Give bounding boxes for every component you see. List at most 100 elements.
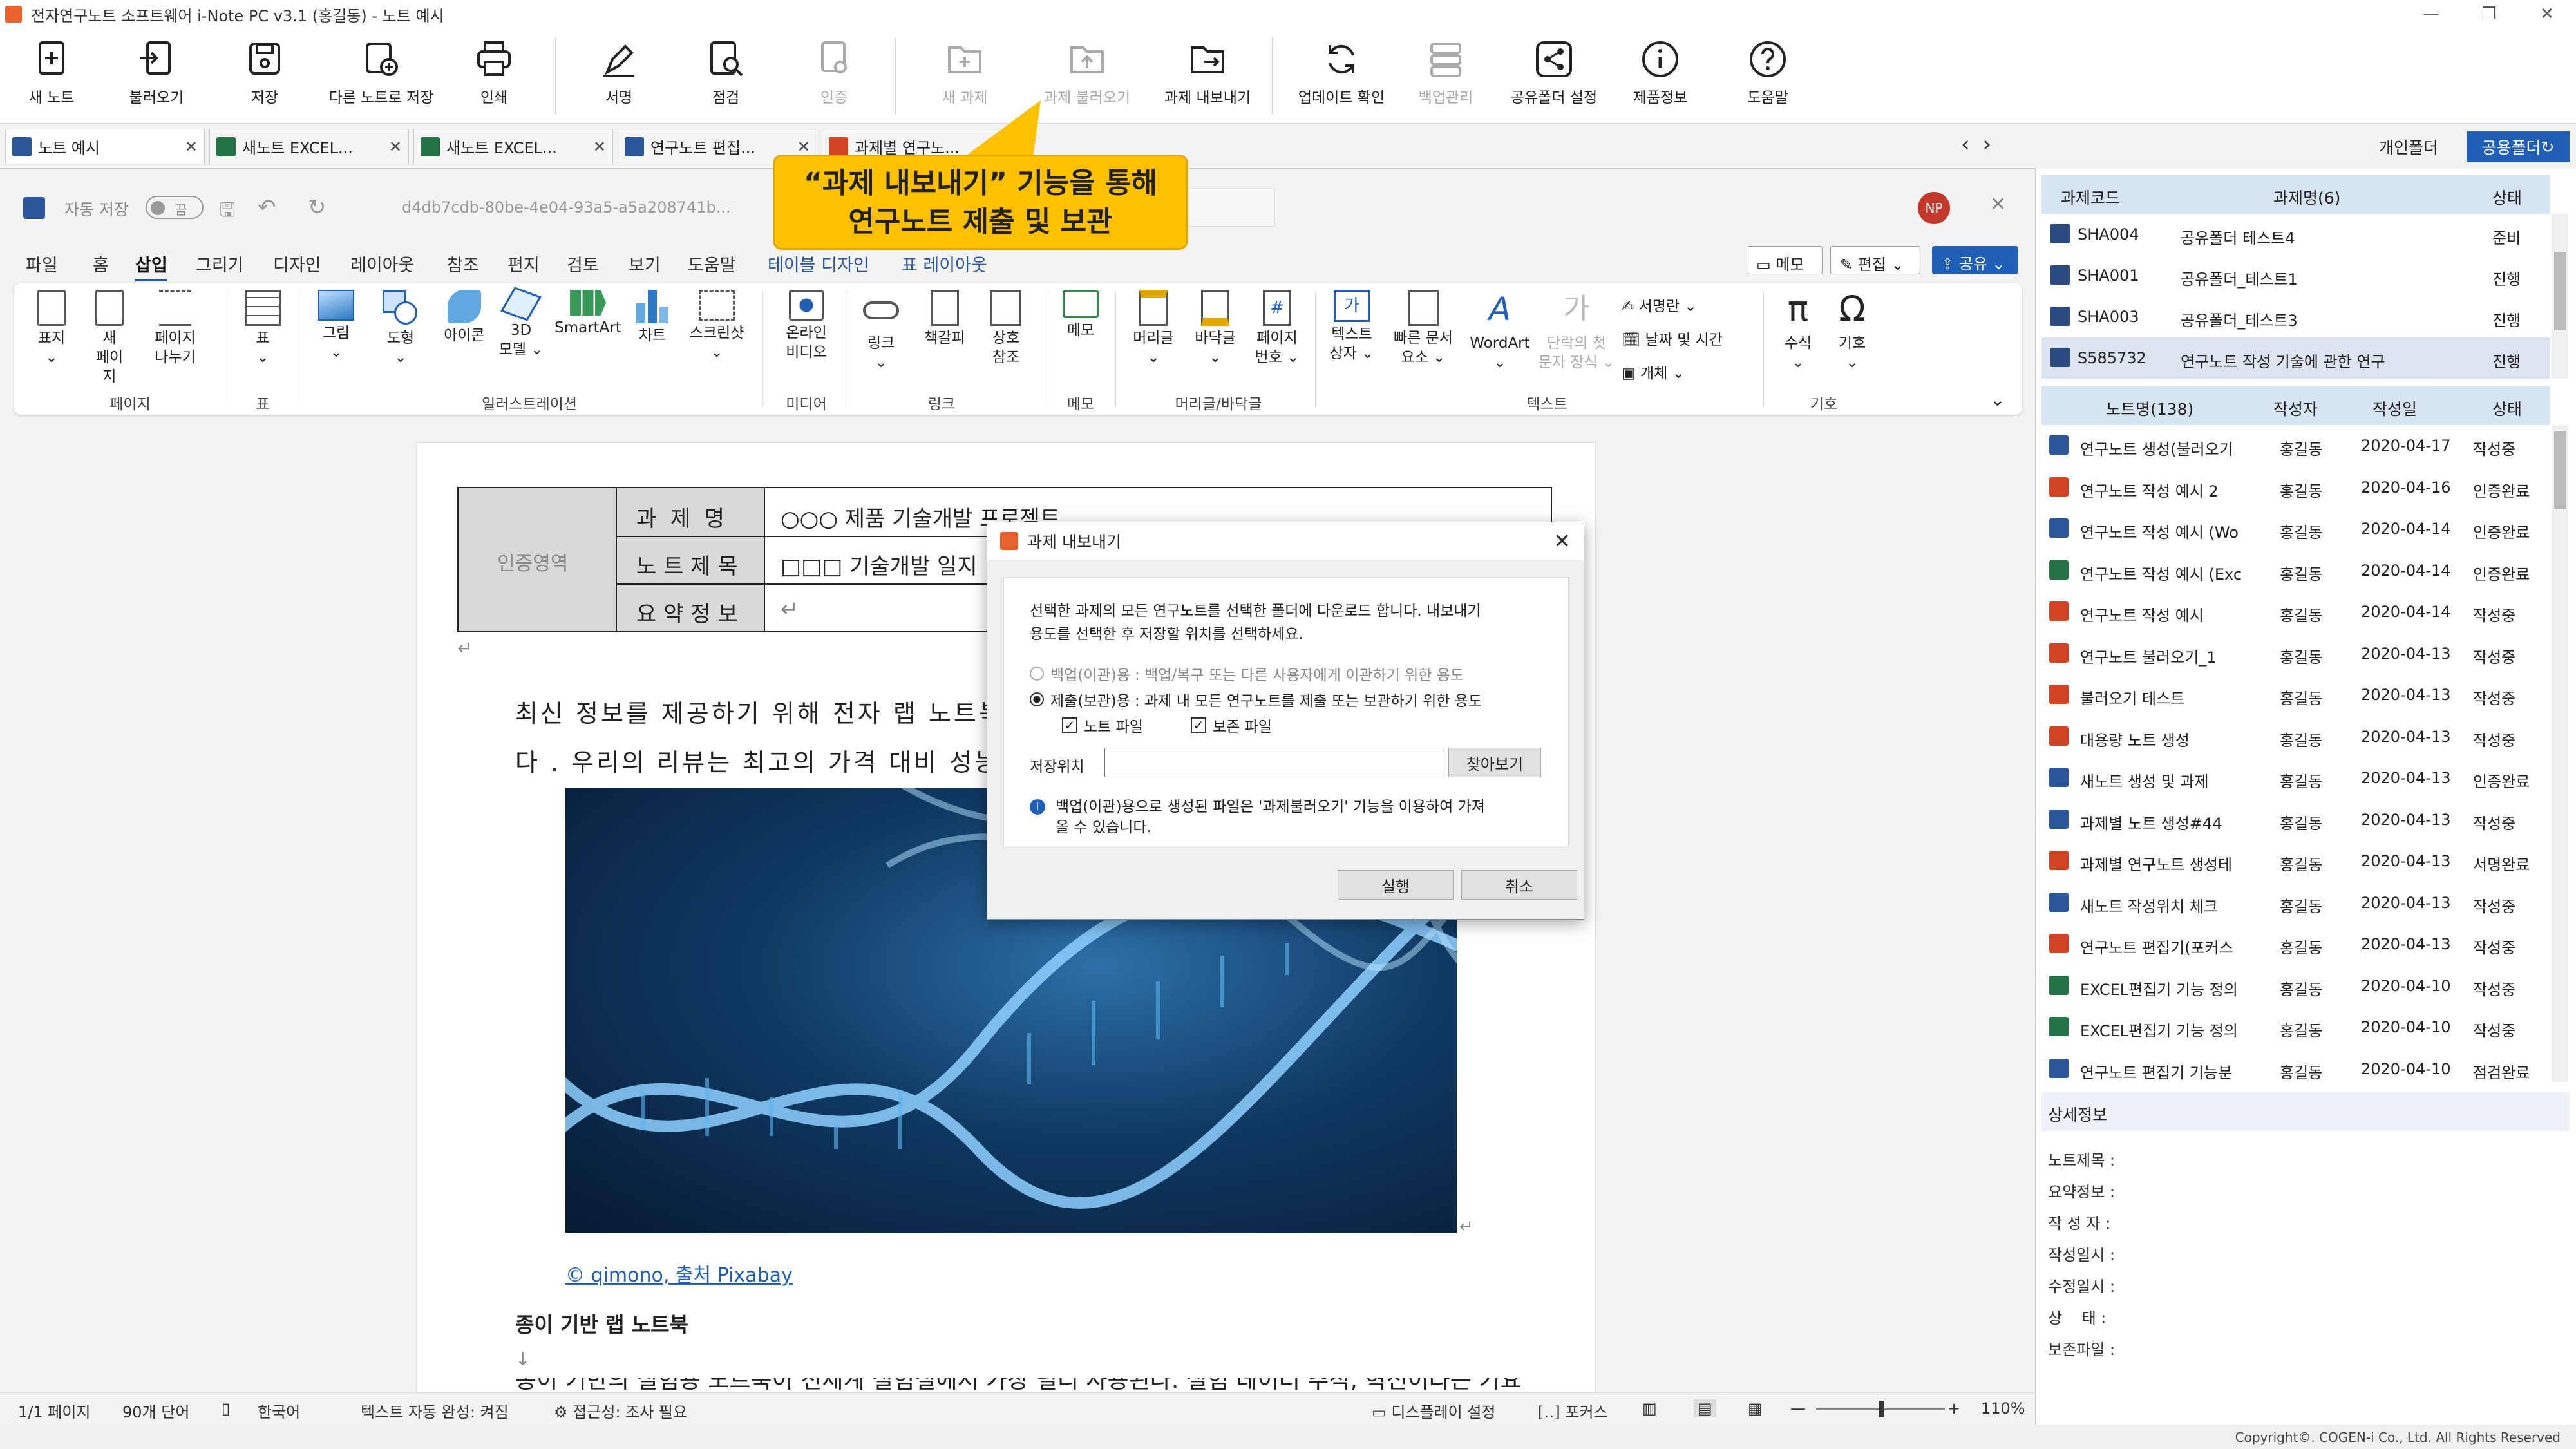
browse-button[interactable]: 찾아보기 bbox=[1448, 748, 1541, 777]
new-note-button[interactable]: 새 노트 bbox=[0, 39, 103, 107]
note-row[interactable]: EXCEL편집기 기능 정의 홍길동 2020-04-10 작성중 bbox=[2041, 965, 2550, 1007]
proofing-icon[interactable]: ▯ bbox=[222, 1399, 230, 1417]
smartart-button[interactable]: SmartArt bbox=[553, 290, 623, 337]
online-video-button[interactable]: 온라인 비디오 bbox=[774, 290, 838, 362]
signature-line-button[interactable]: ✍ 서명란 ⌄ bbox=[1622, 290, 1723, 323]
tab-design[interactable]: 디자인 bbox=[273, 251, 321, 276]
import-button[interactable]: 불러오기 bbox=[105, 39, 208, 107]
note-row[interactable]: 연구노트 편집기 기능분 홍길동 2020-04-10 점검완료 bbox=[2041, 1048, 2550, 1090]
tab-note-example[interactable]: 노트 예시 ✕ bbox=[5, 129, 205, 164]
tab-close-icon[interactable]: ✕ bbox=[185, 138, 198, 156]
textbox-button[interactable]: 가 텍스트 상자 ⌄ bbox=[1323, 290, 1381, 363]
date-time-button[interactable]: 🗓 날짜 및 시간 bbox=[1622, 323, 1723, 357]
sign-button[interactable]: 서명 bbox=[567, 39, 670, 107]
note-row[interactable]: EXCEL편집기 기능 정의 홍길동 2020-04-10 작성중 bbox=[2041, 1007, 2550, 1048]
header-author[interactable]: 작성자 bbox=[2273, 397, 2318, 420]
display-settings[interactable]: ▭ 디스플레이 설정 bbox=[1372, 1399, 1496, 1422]
web-layout-icon[interactable]: ▦ bbox=[1748, 1399, 1763, 1417]
update-check-button[interactable]: 업데이트 확인 bbox=[1287, 39, 1396, 107]
preserve-file-checkbox[interactable]: ✓ bbox=[1191, 717, 1206, 733]
scrollbar-thumb[interactable] bbox=[2554, 431, 2566, 509]
note-row[interactable]: 연구노트 작성 예시 2 홍길동 2020-04-16 인증완료 bbox=[2041, 467, 2550, 508]
note-row[interactable]: 연구노트 작성 예시 (Exc 홍길동 2020-04-14 인증완료 bbox=[2041, 550, 2550, 591]
tab-close-icon[interactable]: ✕ bbox=[797, 138, 810, 156]
header-project-status[interactable]: 상태 bbox=[2492, 185, 2522, 209]
tab-close-icon[interactable]: ✕ bbox=[593, 138, 606, 156]
undo-icon[interactable]: ↶ bbox=[258, 194, 276, 220]
redo-icon[interactable]: ↻ bbox=[308, 194, 327, 220]
export-project-button[interactable]: 과제 내보내기 bbox=[1153, 39, 1262, 107]
footer-button[interactable]: 바닥글 ⌄ bbox=[1186, 290, 1244, 367]
zoom-out-button[interactable]: — bbox=[1790, 1399, 1806, 1417]
comments-button[interactable]: ▭ 메모 bbox=[1747, 246, 1823, 274]
zoom-slider[interactable] bbox=[1816, 1401, 1945, 1417]
tab-scroll-arrows[interactable]: ‹› bbox=[1961, 131, 2004, 157]
editing-button[interactable]: ✎ 편집 ⌄ bbox=[1830, 246, 1920, 274]
section-heading[interactable]: 종이 기반 랩 노트북 bbox=[515, 1309, 688, 1338]
preserve-file-checkbox-row[interactable]: ✓ 보존 파일 bbox=[1191, 714, 1272, 736]
screenshot-button[interactable]: 스크린샷 ⌄ bbox=[681, 290, 752, 362]
tab-home[interactable]: 홈 bbox=[93, 251, 109, 276]
object-button[interactable]: ▣ 개체 ⌄ bbox=[1622, 357, 1723, 390]
new-project-button[interactable]: 새 과제 bbox=[913, 39, 1016, 107]
note-row[interactable]: 과제별 연구노트 생성테 홍길동 2020-04-13 서명완료 bbox=[2041, 840, 2550, 882]
link-button[interactable]: 링크 ⌄ bbox=[855, 290, 907, 372]
backup-button[interactable]: 백업관리 bbox=[1394, 39, 1497, 107]
share-button[interactable]: ⇪ 공유 ⌄ bbox=[1932, 246, 2018, 274]
page-count[interactable]: 1/1 페이지 bbox=[18, 1399, 91, 1422]
note-title-value[interactable]: □□□ 기술개발 일지 bbox=[781, 549, 978, 580]
run-button[interactable]: 실행 bbox=[1338, 870, 1454, 900]
header-button[interactable]: 머리글 ⌄ bbox=[1124, 290, 1182, 367]
tab-excel-note-1[interactable]: 새노트 EXCEL... ✕ bbox=[209, 129, 409, 164]
note-row[interactable]: 새노트 작성위치 체크 홍길동 2020-04-13 작성중 bbox=[2041, 882, 2550, 923]
tab-excel-note-2[interactable]: 새노트 EXCEL... ✕ bbox=[413, 129, 613, 164]
tab-review[interactable]: 검토 bbox=[567, 251, 599, 276]
project-row[interactable]: SHA003 공유폴더_테스트3 진행 bbox=[2041, 296, 2550, 337]
page-number-button[interactable]: # 페이지 번호 ⌄ bbox=[1248, 290, 1306, 367]
cover-page-button[interactable]: 표지 ⌄ bbox=[32, 290, 71, 367]
word-count[interactable]: 90개 단어 bbox=[122, 1399, 189, 1422]
zoom-slider-thumb[interactable] bbox=[1879, 1401, 1884, 1417]
dropcap-button[interactable]: 가 단락의 첫 문자 장식 ⌄ bbox=[1538, 290, 1615, 372]
bookmark-button[interactable]: 책갈피 bbox=[916, 290, 974, 348]
cross-reference-button[interactable]: 상호 참조 bbox=[980, 290, 1032, 367]
shared-folder-settings-button[interactable]: 공유폴더 설정 bbox=[1499, 39, 1609, 107]
avatar[interactable]: NP bbox=[1918, 192, 1950, 224]
inspect-button[interactable]: 점검 bbox=[674, 39, 777, 107]
close-window-button[interactable]: ✕ bbox=[2518, 0, 2576, 28]
picture-button[interactable]: 그림 ⌄ bbox=[310, 290, 362, 362]
autosave-toggle[interactable]: 끔 bbox=[146, 196, 204, 219]
save-location-input[interactable] bbox=[1104, 748, 1443, 777]
tab-help[interactable]: 도움말 bbox=[688, 251, 736, 276]
tab-draw[interactable]: 그리기 bbox=[196, 251, 244, 276]
accessibility-status[interactable]: ⚙ 접근성: 조사 필요 bbox=[554, 1399, 687, 1422]
project-row[interactable]: SHA001 공유폴더_테스트1 진행 bbox=[2041, 255, 2550, 296]
project-row[interactable]: S585732 연구노트 작성 기술에 관한 연구 진행 bbox=[2041, 337, 2550, 379]
header-note-name[interactable]: 노트명(138) bbox=[2106, 397, 2193, 420]
tab-insert[interactable]: 삽입 bbox=[135, 251, 167, 281]
tab-personal-folder[interactable]: 개인폴더 bbox=[2357, 131, 2460, 162]
print-layout-icon[interactable]: ▤ bbox=[1694, 1399, 1716, 1417]
shapes-button[interactable]: 도형 ⌄ bbox=[375, 290, 426, 367]
project-row[interactable]: SHA004 공유폴더 테스트4 준비 bbox=[2041, 214, 2550, 255]
note-row[interactable]: 대용량 노트 생성 홍길동 2020-04-13 작성중 bbox=[2041, 716, 2550, 757]
note-row[interactable]: 과제별 노트 생성#44 홍길동 2020-04-13 작성중 bbox=[2041, 799, 2550, 840]
product-info-button[interactable]: 제품정보 bbox=[1609, 39, 1712, 107]
chart-button[interactable]: 차트 bbox=[630, 290, 675, 345]
header-project-name[interactable]: 과제명(6) bbox=[2273, 185, 2340, 209]
minimize-button[interactable]: — bbox=[2402, 0, 2460, 28]
note-row[interactable]: 새노트 생성 및 과제 홍길동 2020-04-13 인증완료 bbox=[2041, 757, 2550, 799]
tab-table-layout[interactable]: 표 레이아웃 bbox=[902, 251, 987, 276]
backup-option[interactable]: 백업(이관)용 : 백업/복구 또는 다른 사용자에게 이관하기 위한 용도 bbox=[1030, 663, 1464, 685]
notes-scrollbar[interactable] bbox=[2552, 425, 2568, 1082]
icons-button[interactable]: 아이콘 bbox=[435, 290, 493, 345]
3d-models-button[interactable]: 3D 모델 ⌄ bbox=[498, 287, 544, 359]
header-date[interactable]: 작성일 bbox=[2372, 397, 2417, 420]
tab-close-icon[interactable]: ✕ bbox=[389, 138, 402, 156]
note-file-checkbox-row[interactable]: ✓ 노트 파일 bbox=[1062, 714, 1143, 736]
page-break-button[interactable]: 페이지 나누기 bbox=[143, 290, 207, 367]
tab-table-design[interactable]: 테이블 디자인 bbox=[768, 251, 869, 276]
save-button[interactable]: 저장 bbox=[213, 39, 316, 107]
note-row[interactable]: 불러오기 테스트 홍길동 2020-04-13 작성중 bbox=[2041, 674, 2550, 715]
cancel-button[interactable]: 취소 bbox=[1461, 870, 1577, 900]
